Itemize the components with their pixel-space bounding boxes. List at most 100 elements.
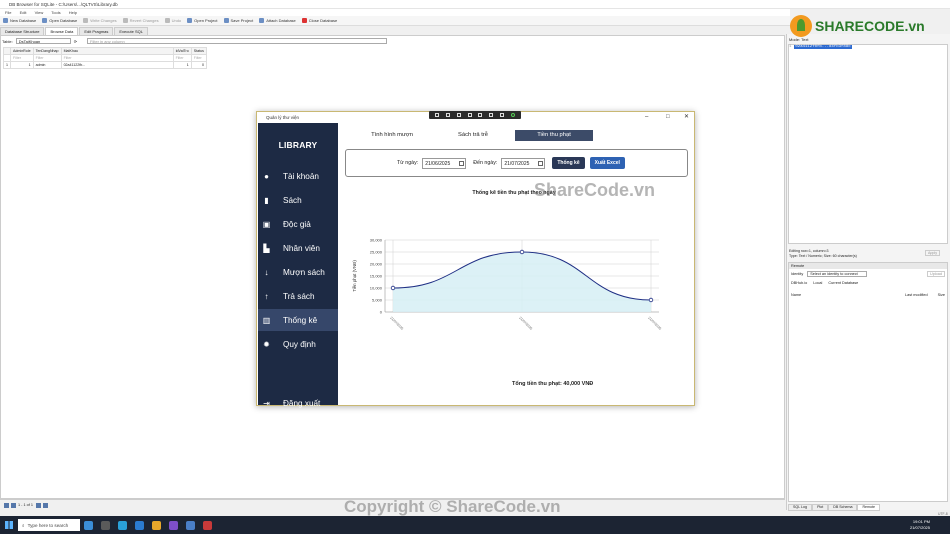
menu-bar: File Edit View Tools Help bbox=[0, 9, 790, 16]
menu-view[interactable]: View bbox=[35, 10, 44, 15]
identity-select[interactable]: Select an identity to connect bbox=[807, 271, 868, 277]
close-database-button[interactable]: Close Database bbox=[301, 18, 337, 23]
tab-db-schema[interactable]: DB Schema bbox=[828, 504, 858, 511]
sidebar-item-readers[interactable]: ▣ Độc giả bbox=[258, 213, 338, 235]
tab-borrow-status[interactable]: Tình hình mượn bbox=[353, 130, 431, 141]
tab-execute-sql[interactable]: Execute SQL bbox=[114, 27, 148, 35]
maximize-icon[interactable]: □ bbox=[666, 112, 670, 123]
table-cell[interactable]: 1 bbox=[10, 61, 34, 69]
menu-edit[interactable]: Edit bbox=[20, 10, 27, 15]
next-page-icon[interactable] bbox=[36, 502, 41, 508]
toolbar-icon[interactable] bbox=[435, 113, 440, 117]
upload-button[interactable]: Upload bbox=[926, 271, 945, 277]
column-filter[interactable]: Filter bbox=[60, 54, 174, 62]
sidebar-item-return[interactable]: ↑ Trả sách bbox=[258, 285, 338, 307]
toolbar-icon[interactable] bbox=[478, 113, 483, 117]
calendar-icon[interactable] bbox=[459, 160, 465, 166]
name-column[interactable]: Name bbox=[791, 293, 801, 297]
toolbar-icon[interactable] bbox=[499, 113, 504, 117]
tab-sql-log[interactable]: SQL Log bbox=[788, 504, 813, 511]
minimize-icon[interactable]: – bbox=[645, 112, 648, 123]
menu-help[interactable]: Help bbox=[69, 10, 77, 15]
tab-browse-data[interactable]: Browse Data bbox=[45, 27, 79, 35]
table-row[interactable]: 1 1 admin 02a41122fb... 1 0 bbox=[3, 61, 207, 69]
last-page-icon[interactable] bbox=[43, 502, 48, 508]
edge-icon[interactable] bbox=[118, 520, 127, 530]
size-column[interactable]: Size bbox=[938, 293, 945, 297]
taskbar-search[interactable]: ⌕ Type here to search bbox=[18, 519, 80, 531]
calendar-icon[interactable] bbox=[538, 160, 544, 166]
column-header[interactable]: IdVaiTro bbox=[172, 47, 192, 55]
table-cell[interactable]: 0 bbox=[190, 61, 207, 69]
sidebar-item-accounts[interactable]: ● Tài khoản bbox=[258, 165, 338, 187]
open-database-button[interactable]: Open Database bbox=[42, 18, 77, 23]
first-page-icon[interactable] bbox=[4, 502, 9, 508]
export-excel-button[interactable]: Xuất Excel bbox=[589, 157, 625, 169]
prev-page-icon[interactable] bbox=[11, 502, 16, 508]
toolbar-icon[interactable] bbox=[489, 113, 494, 117]
apply-button[interactable]: Apply bbox=[925, 250, 940, 256]
save-project-button[interactable]: Save Project bbox=[223, 18, 253, 23]
tab-local[interactable]: Local bbox=[813, 281, 822, 285]
task-view-icon[interactable] bbox=[101, 520, 110, 530]
table-select[interactable]: DsTaiKhoan bbox=[15, 38, 71, 44]
staff-icon: ▙ bbox=[263, 243, 270, 253]
tab-edit-pragmas[interactable]: Edit Pragmas bbox=[79, 27, 114, 35]
from-date-picker[interactable]: 21/06/2025 bbox=[422, 157, 467, 169]
recorder-icon[interactable] bbox=[203, 520, 212, 530]
cell-editor[interactable]: 1 02a4112f0fb...d4fb3f88c bbox=[788, 44, 948, 244]
sidebar-item-books[interactable]: ▮ Sách bbox=[258, 189, 338, 211]
tab-fines[interactable]: Tiền thu phạt bbox=[515, 130, 593, 141]
db-browser-icon[interactable] bbox=[186, 520, 195, 530]
refresh-icon[interactable]: ⟳ bbox=[74, 39, 77, 44]
tab-late-returns[interactable]: Sách trả trễ bbox=[434, 130, 512, 141]
close-icon[interactable]: ✕ bbox=[684, 112, 689, 123]
column-filter[interactable]: Filter bbox=[32, 54, 62, 62]
write-changes-button[interactable]: Write Changes bbox=[83, 18, 117, 23]
visual-studio-icon[interactable] bbox=[169, 520, 178, 530]
column-header[interactable]: Status bbox=[190, 47, 207, 55]
column-header[interactable]: MatKhau bbox=[60, 47, 174, 55]
sidebar-item-label: Thống kê bbox=[283, 315, 318, 325]
undo-button[interactable]: Undo bbox=[164, 18, 181, 23]
tab-remote[interactable]: Remote bbox=[857, 504, 881, 511]
column-filter[interactable]: Filter bbox=[172, 54, 192, 62]
widgets-icon[interactable] bbox=[84, 520, 93, 530]
sidebar-item-borrow[interactable]: ↓ Mượn sách bbox=[258, 261, 338, 283]
cell-value[interactable]: 02a4112f0fb...d4fb3f88c bbox=[794, 45, 852, 49]
menu-file[interactable]: File bbox=[5, 10, 11, 15]
sidebar-item-staff[interactable]: ▙ Nhân viên bbox=[258, 237, 338, 259]
toolbar-icon[interactable] bbox=[510, 113, 515, 117]
menu-tools[interactable]: Tools bbox=[51, 10, 60, 15]
sidebar-item-rules[interactable]: ✹ Quy định bbox=[258, 333, 338, 355]
column-header[interactable]: AdminRole bbox=[10, 47, 34, 55]
clock[interactable]: 19:01 PM 21/07/2025 bbox=[910, 519, 930, 531]
tab-plot[interactable]: Plot bbox=[812, 504, 829, 511]
logout-button[interactable]: ⇥ Đăng xuất bbox=[258, 392, 338, 414]
tab-current-db[interactable]: Current Database bbox=[828, 281, 858, 285]
vscode-icon[interactable] bbox=[135, 520, 144, 530]
tab-database-structure[interactable]: Database Structure bbox=[0, 27, 45, 35]
stats-button[interactable]: Thống kê bbox=[552, 157, 585, 169]
table-cell[interactable]: 1 bbox=[172, 61, 192, 69]
filter-input[interactable]: Filter in any column bbox=[87, 38, 388, 44]
modified-column[interactable]: Last modified bbox=[905, 293, 928, 297]
toolbar-icon[interactable] bbox=[446, 113, 451, 117]
column-header[interactable]: TenDangNhap bbox=[32, 47, 62, 55]
toolbar-icon[interactable] bbox=[456, 113, 461, 117]
to-date-picker[interactable]: 21/07/2025 bbox=[501, 157, 546, 169]
attach-database-button[interactable]: Attach Database bbox=[259, 18, 296, 23]
new-database-button[interactable]: New Database bbox=[3, 18, 36, 23]
toolbar-icon[interactable] bbox=[467, 113, 472, 117]
open-project-button[interactable]: Open Project bbox=[187, 18, 218, 23]
revert-changes-button[interactable]: Revert Changes bbox=[122, 18, 159, 23]
table-cell[interactable]: admin bbox=[32, 61, 62, 69]
sidebar: LIBRARY ● Tài khoản ▮ Sách ▣ Độc giả ▙ Nhân … bbox=[258, 123, 338, 408]
column-filter[interactable]: Filter bbox=[190, 54, 207, 62]
tab-dbhub[interactable]: DBHub.io bbox=[791, 281, 807, 285]
sidebar-item-stats[interactable]: ▥ Thống kê bbox=[258, 309, 338, 331]
column-filter[interactable]: Filter bbox=[10, 54, 34, 62]
table-cell[interactable]: 02a41122fb... bbox=[60, 61, 174, 69]
folder-icon[interactable] bbox=[152, 520, 161, 530]
windows-start-icon[interactable] bbox=[5, 521, 13, 529]
